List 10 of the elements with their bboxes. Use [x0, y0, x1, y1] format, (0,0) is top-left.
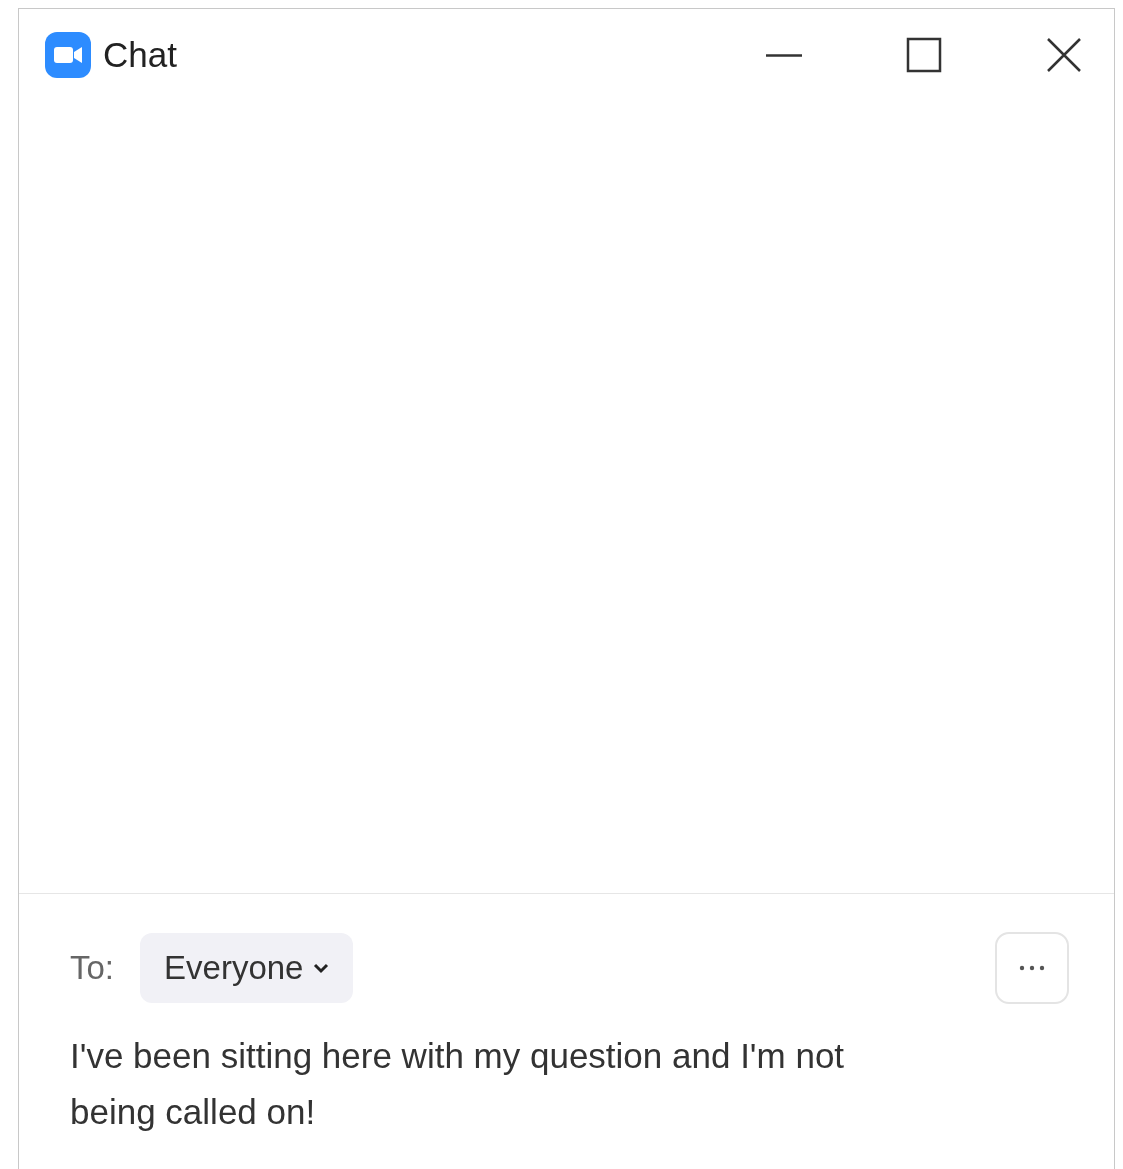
maximize-button[interactable] — [904, 35, 944, 75]
more-icon — [1017, 964, 1047, 972]
video-camera-icon — [45, 32, 91, 78]
maximize-icon — [904, 35, 944, 75]
to-label: To: — [70, 949, 115, 987]
minimize-icon — [766, 53, 802, 57]
message-field[interactable]: I've been sitting here with my question and I'm not being called on! — [70, 1028, 930, 1140]
caret-icon — [313, 962, 330, 974]
window-title: Chat — [103, 35, 177, 75]
recipient-dropdown[interactable]: Everyone — [140, 933, 354, 1003]
